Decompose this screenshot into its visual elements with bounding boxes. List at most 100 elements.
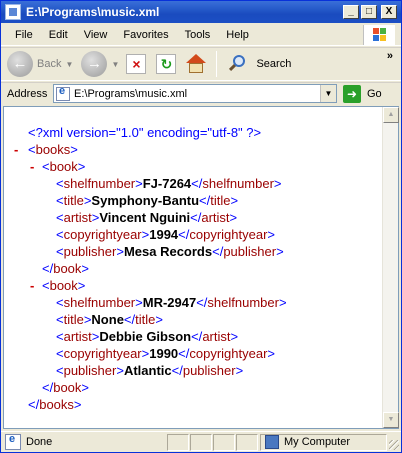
search-button[interactable]	[225, 52, 249, 76]
xml-element: <shelfnumber>FJ-7264</shelfnumber>	[56, 176, 282, 191]
browser-window: E:\Programs\music.xml _ □ X File Edit Vi…	[0, 0, 402, 453]
xml-viewer: <?xml version="1.0" encoding="utf-8" ?> -…	[4, 107, 382, 428]
tag-name: artist	[63, 210, 92, 225]
go-arrow-icon: ➜	[343, 84, 361, 103]
xml-element: <artist>Vincent Nguini</artist>	[56, 210, 238, 225]
tag-name: title	[135, 312, 156, 327]
tag-name: publisher	[63, 363, 117, 378]
go-button-label: Go	[367, 87, 382, 100]
xml-declaration-text: <?xml version="1.0" encoding="utf-8" ?>	[28, 125, 262, 140]
menu-file[interactable]: File	[1, 29, 41, 41]
status-bar: Done My Computer	[1, 431, 401, 452]
address-bar: Address E:\Programs\music.xml ▼ ➜ Go	[1, 82, 401, 104]
tag-name: books	[35, 142, 71, 157]
vertical-scrollbar[interactable]: ▲ ▼	[382, 107, 399, 428]
page-icon	[56, 85, 70, 101]
xml-open-tag[interactable]: - <books>	[4, 141, 382, 158]
home-icon	[186, 54, 207, 74]
tag-name: publisher	[223, 244, 277, 259]
tag-name: copyrightyear	[63, 346, 142, 361]
element-value: 1990	[149, 346, 179, 361]
forward-arrow-icon[interactable]: →	[81, 51, 108, 77]
back-button-label[interactable]: Back	[37, 58, 61, 70]
collapse-minus-icon[interactable]: -	[30, 158, 34, 175]
back-dropdown-icon[interactable]: ▼	[65, 60, 75, 69]
windows-logo-icon	[363, 25, 395, 45]
collapse-minus-icon[interactable]: -	[14, 141, 18, 158]
zone-text: My Computer	[284, 436, 351, 448]
content-area: <?xml version="1.0" encoding="utf-8" ?> -…	[3, 106, 399, 429]
minimize-button[interactable]: _	[343, 5, 359, 19]
tag-name: title	[63, 312, 84, 327]
resize-grip-icon[interactable]	[389, 440, 399, 450]
tag-name: book	[49, 159, 78, 174]
address-input[interactable]: E:\Programs\music.xml ▼	[53, 84, 337, 103]
status-cell	[167, 433, 189, 451]
tag-name: artist	[201, 210, 230, 225]
menu-favorites[interactable]: Favorites	[115, 29, 176, 41]
address-dropdown-icon[interactable]: ▼	[320, 85, 336, 102]
home-button[interactable]	[184, 52, 208, 76]
page-icon	[5, 4, 21, 20]
toolbar-separator	[216, 51, 218, 77]
xml-open-tag[interactable]: - <book>	[4, 277, 382, 294]
tag-name: title	[210, 193, 231, 208]
xml-declaration: <?xml version="1.0" encoding="utf-8" ?>	[4, 124, 382, 141]
status-cell	[236, 433, 258, 451]
scroll-up-arrow-icon[interactable]: ▲	[383, 107, 399, 123]
menu-help[interactable]: Help	[218, 29, 257, 41]
menu-tools[interactable]: Tools	[177, 29, 219, 41]
stop-button[interactable]: ×	[124, 52, 148, 76]
toolbar-more-icon[interactable]: »	[387, 50, 393, 62]
element-value: Debbie Gibson	[99, 329, 192, 344]
xml-element: <publisher>Atlantic</publisher>	[56, 363, 244, 378]
computer-icon	[265, 435, 279, 449]
search-icon	[227, 54, 247, 74]
menu-view[interactable]: View	[76, 29, 116, 41]
tag-name: publisher	[182, 363, 236, 378]
xml-element: <publisher>Mesa Records</publisher>	[56, 244, 284, 259]
scroll-down-arrow-icon[interactable]: ▼	[383, 412, 399, 428]
xml-close-tag: </book>	[42, 261, 90, 276]
tag-name: copyrightyear	[63, 227, 142, 242]
tag-name: book	[49, 278, 78, 293]
menu-edit[interactable]: Edit	[41, 29, 76, 41]
xml-element: <copyrightyear>1994</copyrightyear>	[56, 227, 276, 242]
element-value: Vincent Nguini	[99, 210, 191, 225]
search-button-label[interactable]: Search	[256, 58, 291, 70]
forward-dropdown-icon[interactable]: ▼	[111, 60, 121, 69]
xml-open-tag[interactable]: - <book>	[4, 158, 382, 175]
xml-close-tag: </book>	[42, 380, 90, 395]
xml-element: <shelfnumber>MR-2947</shelfnumber>	[56, 295, 287, 310]
back-arrow-icon[interactable]: ←	[7, 51, 33, 77]
refresh-button[interactable]: ↻	[154, 52, 178, 76]
element-value: None	[91, 312, 124, 327]
tag-name: books	[39, 397, 74, 412]
status-cell	[213, 433, 235, 451]
tag-name: publisher	[63, 244, 117, 259]
page-status-icon	[5, 433, 21, 450]
element-value: FJ-7264	[142, 176, 192, 191]
tag-name: shelfnumber	[202, 176, 274, 191]
status-text: Done	[26, 436, 53, 448]
collapse-minus-icon[interactable]: -	[30, 277, 34, 294]
tag-name: copyrightyear	[189, 227, 268, 242]
tag-name: shelfnumber	[207, 295, 279, 310]
tag-name: book	[53, 380, 82, 395]
xml-element: <title>Symphony-Bantu</title>	[56, 193, 239, 208]
close-button[interactable]: X	[381, 5, 397, 19]
refresh-icon: ↻	[156, 54, 177, 74]
element-value: Atlantic	[123, 363, 172, 378]
status-cell	[190, 433, 212, 451]
go-button[interactable]: ➜ Go	[343, 84, 382, 103]
address-value[interactable]: E:\Programs\music.xml	[74, 88, 187, 100]
element-value: Symphony-Bantu	[91, 193, 200, 208]
maximize-button[interactable]: □	[361, 5, 377, 19]
menu-bar: File Edit View Favorites Tools Help	[1, 24, 401, 46]
xml-close-tag: </books>	[28, 397, 82, 412]
toolbar: ← Back ▼ → ▼ × ↻ Search »	[1, 47, 401, 81]
title-bar[interactable]: E:\Programs\music.xml _ □ X	[1, 1, 401, 23]
address-label: Address	[7, 87, 48, 100]
xml-element: <title>None</title>	[56, 312, 163, 327]
tag-name: shelfnumber	[63, 176, 136, 191]
